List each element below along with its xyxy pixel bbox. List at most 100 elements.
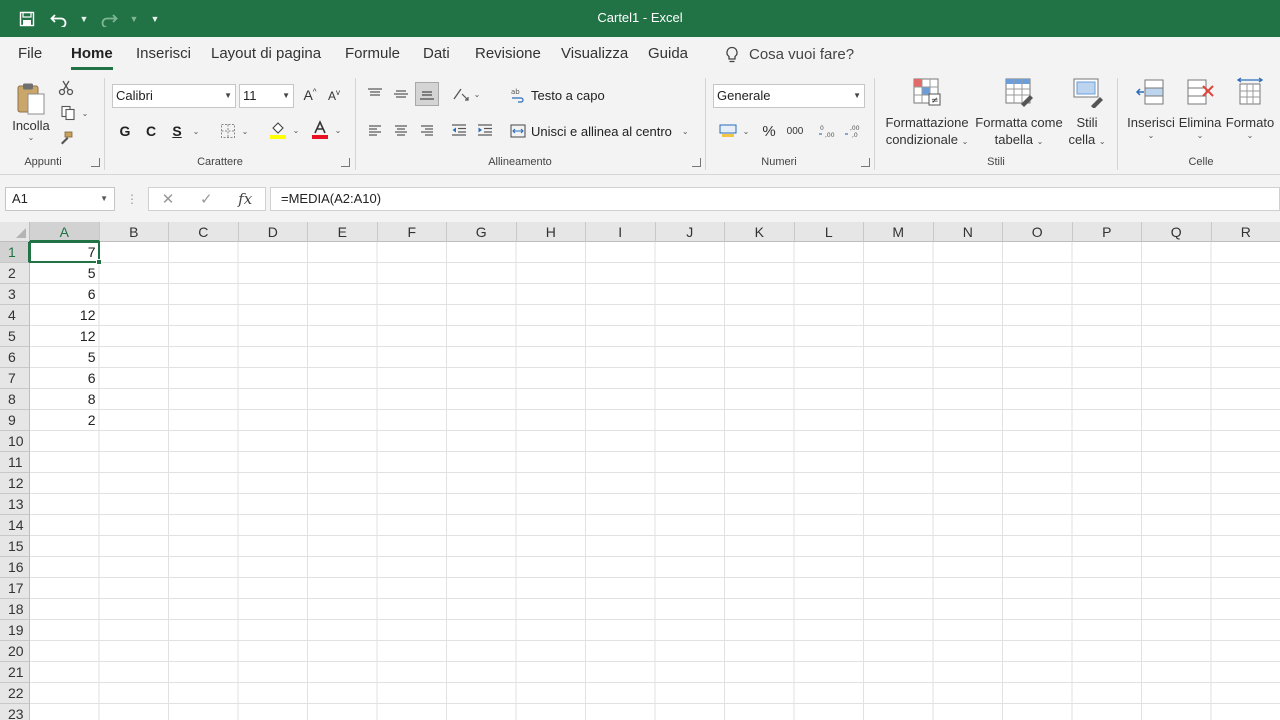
orientation-button[interactable]: ⌄ [448, 84, 484, 104]
formula-input[interactable]: =MEDIA(A2:A10) [270, 187, 1280, 211]
row-header-8[interactable]: 8 [0, 389, 30, 410]
row-header-3[interactable]: 3 [0, 284, 30, 305]
tab-visualizza[interactable]: Visualizza [561, 37, 628, 72]
row-header-5[interactable]: 5 [0, 326, 30, 347]
format-painter-button[interactable] [56, 128, 76, 148]
insert-cells-button[interactable]: Inserisci ⌄ [1126, 76, 1176, 152]
row-header-1[interactable]: 1 [0, 242, 30, 263]
percent-style-button[interactable]: % [758, 120, 780, 142]
column-header-b[interactable]: B [99, 222, 169, 242]
decrease-indent-button[interactable] [448, 120, 470, 140]
fill-color-button[interactable]: ⌄ [264, 118, 304, 142]
merge-center-button[interactable]: Unisci e allinea al centro ⌄ [510, 120, 695, 142]
cell-a9[interactable]: 2 [30, 410, 100, 431]
row-header-19[interactable]: 19 [0, 620, 30, 641]
tab-inserisci[interactable]: Inserisci [136, 37, 191, 72]
increase-font-size-button[interactable]: A^ [300, 85, 320, 105]
increase-indent-button[interactable] [474, 120, 496, 140]
alignment-launcher-icon[interactable] [692, 158, 701, 167]
cut-button[interactable] [56, 78, 76, 98]
accounting-format-button[interactable]: ⌄ [714, 120, 754, 142]
column-header-p[interactable]: P [1072, 222, 1142, 242]
comma-style-button[interactable]: 000 [783, 120, 807, 142]
row-header-16[interactable]: 16 [0, 557, 30, 578]
cell-a4[interactable]: 12 [30, 305, 100, 326]
redo-dropdown-chevron-icon[interactable]: ▼ [128, 6, 140, 32]
cell-a7[interactable]: 6 [30, 368, 100, 389]
tab-guida[interactable]: Guida [648, 37, 688, 72]
row-header-17[interactable]: 17 [0, 578, 30, 599]
save-button[interactable] [14, 6, 40, 32]
tab-revisione[interactable]: Revisione [475, 37, 541, 72]
column-header-f[interactable]: F [377, 222, 447, 242]
undo-button[interactable] [46, 6, 72, 32]
insert-function-icon[interactable]: fx [238, 190, 252, 208]
column-header-h[interactable]: H [516, 222, 586, 242]
align-bottom-button[interactable] [415, 82, 439, 106]
wrap-text-button[interactable]: ab Testo a capo [510, 84, 610, 106]
cell-styles-button[interactable]: Stili cella ⌄ [1066, 76, 1108, 152]
column-header-i[interactable]: I [586, 222, 656, 242]
borders-button[interactable]: ⌄ [214, 120, 254, 142]
cell-a5[interactable]: 12 [30, 326, 100, 347]
tab-dati[interactable]: Dati [423, 37, 450, 72]
number-launcher-icon[interactable] [861, 158, 870, 167]
bold-button[interactable]: G [114, 120, 136, 142]
tab-layout-di-pagina[interactable]: Layout di pagina [211, 37, 321, 72]
delete-cells-button[interactable]: Elimina ⌄ [1178, 76, 1222, 152]
row-header-2[interactable]: 2 [0, 263, 30, 284]
align-center-button[interactable] [390, 120, 412, 140]
align-top-button[interactable] [364, 84, 386, 104]
column-header-r[interactable]: R [1211, 222, 1280, 242]
font-size-select[interactable]: 11 ▼ [239, 84, 294, 108]
row-header-7[interactable]: 7 [0, 368, 30, 389]
worksheet-grid[interactable]: A B C D E F G H I J K L M N O P Q R 1 2 3 4 5 6 7 8 9 10 11 12 13 14 15 1… [0, 222, 1280, 720]
paste-button[interactable]: Incolla ⌄ [10, 76, 52, 148]
customize-toolbar-icon[interactable]: ▼ [146, 6, 164, 32]
undo-dropdown-chevron-icon[interactable]: ▼ [78, 6, 90, 32]
row-header-22[interactable]: 22 [0, 683, 30, 704]
redo-button[interactable] [96, 6, 122, 32]
font-launcher-icon[interactable] [341, 158, 350, 167]
row-header-6[interactable]: 6 [0, 347, 30, 368]
row-header-15[interactable]: 15 [0, 536, 30, 557]
row-header-20[interactable]: 20 [0, 641, 30, 662]
fill-handle[interactable] [95, 259, 102, 265]
column-header-m[interactable]: M [864, 222, 934, 242]
row-header-9[interactable]: 9 [0, 410, 30, 431]
conditional-formatting-button[interactable]: ≠ Formattazione condizionale ⌄ [884, 76, 970, 152]
tell-me-search[interactable]: Cosa vuoi fare? [725, 37, 854, 72]
decrease-font-size-button[interactable]: Av [324, 85, 344, 105]
tab-home[interactable]: Home [71, 37, 113, 72]
column-header-a[interactable]: A [30, 222, 100, 242]
column-header-l[interactable]: L [794, 222, 864, 242]
cell-a6[interactable]: 5 [30, 347, 100, 368]
row-header-4[interactable]: 4 [0, 305, 30, 326]
font-family-select[interactable]: Calibri ▼ [112, 84, 236, 108]
font-color-button[interactable]: ⌄ [306, 118, 346, 142]
underline-button[interactable]: S [166, 120, 188, 142]
copy-button[interactable]: ⌄ [56, 103, 92, 123]
row-header-21[interactable]: 21 [0, 662, 30, 683]
row-header-11[interactable]: 11 [0, 452, 30, 473]
formula-bar-grip-icon[interactable]: ⋮ [126, 189, 138, 209]
align-middle-button[interactable] [390, 84, 412, 104]
cell-a8[interactable]: 8 [30, 389, 100, 410]
underline-dropdown-chevron-icon[interactable]: ⌄ [190, 120, 202, 142]
row-header-10[interactable]: 10 [0, 431, 30, 452]
decrease-decimal-button[interactable]: ,00,0 [842, 120, 864, 142]
row-header-13[interactable]: 13 [0, 494, 30, 515]
row-header-23[interactable]: 23 [0, 704, 30, 720]
increase-decimal-button[interactable]: 0,00 [816, 120, 838, 142]
name-box[interactable]: A1 ▼ [5, 187, 115, 211]
italic-button[interactable]: C [140, 120, 162, 142]
column-header-q[interactable]: Q [1142, 222, 1212, 242]
column-header-o[interactable]: O [1003, 222, 1073, 242]
row-header-12[interactable]: 12 [0, 473, 30, 494]
column-header-e[interactable]: E [308, 222, 378, 242]
cell-a2[interactable]: 5 [30, 263, 100, 284]
number-format-select[interactable]: Generale ▼ [713, 84, 865, 108]
row-header-18[interactable]: 18 [0, 599, 30, 620]
format-cells-button[interactable]: Formato ⌄ [1224, 76, 1276, 152]
enter-check-icon[interactable]: ✓ [200, 190, 213, 208]
